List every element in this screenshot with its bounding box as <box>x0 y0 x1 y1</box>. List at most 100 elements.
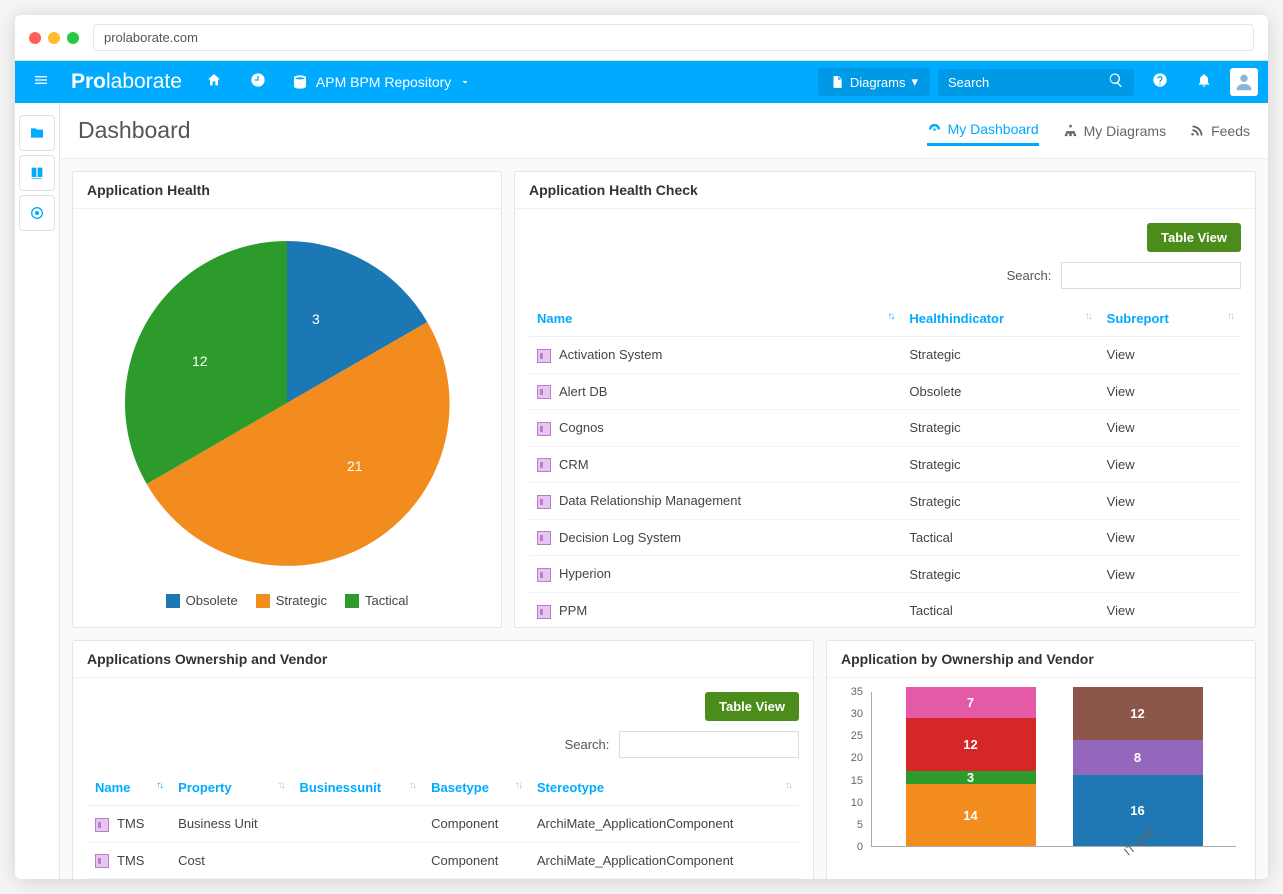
bar-segment[interactable]: 7 <box>906 687 1036 718</box>
view-link[interactable]: View <box>1107 603 1135 618</box>
url-bar[interactable]: prolaborate.com <box>93 24 1254 51</box>
table-row[interactable]: Activation SystemStrategicView <box>529 337 1241 374</box>
rail-folder-icon[interactable] <box>19 115 55 151</box>
table-search-row: Search: <box>87 731 799 758</box>
bar-stack[interactable]: 143127 <box>906 687 1036 846</box>
tab-label: My Dashboard <box>948 121 1039 137</box>
col-property[interactable]: Property↑↓ <box>170 770 291 806</box>
col-base[interactable]: Basetype↑↓ <box>423 770 529 806</box>
global-search <box>938 69 1134 96</box>
tab-label: My Diagrams <box>1084 123 1166 139</box>
component-icon <box>537 385 551 399</box>
window-controls <box>29 32 79 44</box>
table-row[interactable]: CognosStrategicView <box>529 410 1241 447</box>
help-icon[interactable] <box>1142 64 1178 100</box>
x-label: Business Unit <box>935 875 1000 879</box>
page-title: Dashboard <box>78 117 191 144</box>
search-icon[interactable] <box>1098 72 1134 93</box>
panel-title: Application by Ownership and Vendor <box>827 641 1255 678</box>
bar-segment[interactable]: 12 <box>1073 687 1203 740</box>
pie-chart: 3 21 12 <box>107 223 467 583</box>
panel-health-check: Application Health Check Table View Sear… <box>514 171 1256 628</box>
rss-icon <box>1190 123 1205 138</box>
panel-application-health: Application Health <box>72 171 502 628</box>
bar-segment[interactable]: 3 <box>906 771 1036 784</box>
component-icon <box>95 818 109 832</box>
tab-feeds[interactable]: Feeds <box>1190 115 1250 146</box>
clock-icon[interactable] <box>240 64 276 100</box>
component-icon <box>537 422 551 436</box>
repository-selector[interactable]: APM BPM Repository <box>284 70 479 94</box>
col-name[interactable]: Name↑↓ <box>87 770 170 806</box>
bar-segment[interactable]: 14 <box>906 784 1036 846</box>
bar-segment[interactable]: 12 <box>906 718 1036 771</box>
view-link[interactable]: View <box>1107 420 1135 435</box>
database-icon <box>292 74 308 90</box>
chevron-down-icon <box>459 76 471 88</box>
legend-strategic[interactable]: Strategic <box>256 593 327 608</box>
close-window-icon[interactable] <box>29 32 41 44</box>
table-row[interactable]: TMSBusiness UnitComponentArchiMate_Appli… <box>87 806 799 843</box>
view-link[interactable]: View <box>1107 494 1135 509</box>
table-row[interactable]: TMSCostComponentArchiMate_ApplicationCom… <box>87 842 799 879</box>
pie-value-obsolete: 3 <box>312 311 320 327</box>
component-icon <box>537 605 551 619</box>
col-name[interactable]: Name↑↓ <box>529 301 901 337</box>
view-link[interactable]: View <box>1107 567 1135 582</box>
topbar: Prolaborate APM BPM Repository Diagrams … <box>15 61 1268 103</box>
col-health[interactable]: Healthindicator↑↓ <box>901 301 1098 337</box>
diagrams-dropdown[interactable]: Diagrams ▾ <box>818 68 930 96</box>
table-row[interactable]: CRMStrategicView <box>529 446 1241 483</box>
legend-tactical[interactable]: Tactical <box>345 593 408 608</box>
table-row[interactable]: Alert DBObsoleteView <box>529 373 1241 410</box>
component-icon <box>95 854 109 868</box>
component-icon <box>537 349 551 363</box>
logo[interactable]: Prolaborate <box>65 70 188 94</box>
panel-bar-chart: Application by Ownership and Vendor 0510… <box>826 640 1256 879</box>
diagrams-label: Diagrams <box>850 75 906 90</box>
table-row[interactable]: Decision Log SystemTacticalView <box>529 519 1241 556</box>
view-link[interactable]: View <box>1107 530 1135 545</box>
page-tabs: My Dashboard My Diagrams Feeds <box>927 115 1250 146</box>
maximize-window-icon[interactable] <box>67 32 79 44</box>
tab-my-diagrams[interactable]: My Diagrams <box>1063 115 1166 146</box>
view-link[interactable]: View <box>1107 384 1135 399</box>
view-link[interactable]: View <box>1107 457 1135 472</box>
pie-legend: Obsolete Strategic Tactical <box>166 593 409 608</box>
sitemap-icon <box>1063 123 1078 138</box>
user-avatar[interactable] <box>1230 68 1258 96</box>
table-row[interactable]: HyperionStrategicView <box>529 556 1241 593</box>
view-link[interactable]: View <box>1107 347 1135 362</box>
table-search-input[interactable] <box>619 731 799 758</box>
table-row[interactable]: Data Relationship ManagementStrategicVie… <box>529 483 1241 520</box>
table-view-button[interactable]: Table View <box>1147 223 1241 252</box>
dashboard-icon <box>927 122 942 137</box>
table-row[interactable]: PPMTacticalView <box>529 592 1241 627</box>
component-icon <box>537 531 551 545</box>
rail-book-icon[interactable] <box>19 155 55 191</box>
tab-label: Feeds <box>1211 123 1250 139</box>
minimize-window-icon[interactable] <box>48 32 60 44</box>
tab-my-dashboard[interactable]: My Dashboard <box>927 115 1039 146</box>
browser-bar: prolaborate.com <box>15 15 1268 61</box>
col-bu[interactable]: Businessunit↑↓ <box>291 770 423 806</box>
bar-segment[interactable]: 8 <box>1073 740 1203 775</box>
component-icon <box>537 495 551 509</box>
legend-obsolete[interactable]: Obsolete <box>166 593 238 608</box>
search-label: Search: <box>565 737 610 752</box>
rail-target-icon[interactable] <box>19 195 55 231</box>
table-search-input[interactable] <box>1061 262 1241 289</box>
bell-icon[interactable] <box>1186 64 1222 100</box>
table-view-button[interactable]: Table View <box>705 692 799 721</box>
search-input[interactable] <box>938 69 1098 96</box>
col-stereo[interactable]: Stereotype↑↓ <box>529 770 799 806</box>
file-icon <box>830 75 844 89</box>
hamburger-menu-icon[interactable] <box>25 66 57 99</box>
pie-value-strategic: 21 <box>347 458 363 474</box>
search-label: Search: <box>1007 268 1052 283</box>
panel-title: Application Health Check <box>515 172 1255 209</box>
repository-name: APM BPM Repository <box>316 74 451 90</box>
col-sub[interactable]: Subreport↑↓ <box>1099 301 1241 337</box>
home-icon[interactable] <box>196 64 232 100</box>
caret-down-icon: ▾ <box>911 74 918 90</box>
